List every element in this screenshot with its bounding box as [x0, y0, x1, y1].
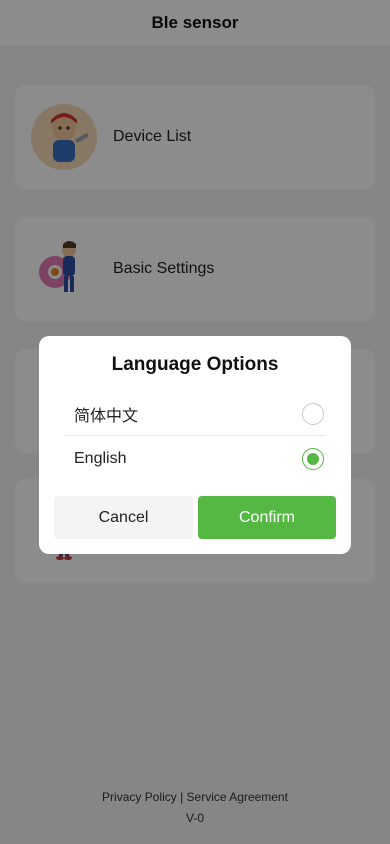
radio-checked-icon[interactable] [302, 448, 324, 470]
option-label: English [74, 450, 127, 467]
dialog-title: Language Options [111, 354, 279, 375]
confirm-button[interactable]: Confirm [198, 496, 336, 539]
option-label: 简体中文 [74, 407, 139, 425]
language-option-chinese[interactable]: 简体中文 [64, 392, 326, 436]
language-dialog: Language Options 简体中文 English Cancel Con… [39, 336, 351, 554]
radio-unchecked-icon[interactable] [302, 402, 324, 425]
app-screen: Ble sensor Device List Basic Settings Pr… [0, 0, 390, 844]
language-option-english[interactable]: English [64, 437, 326, 481]
cancel-button[interactable]: Cancel [54, 496, 193, 539]
